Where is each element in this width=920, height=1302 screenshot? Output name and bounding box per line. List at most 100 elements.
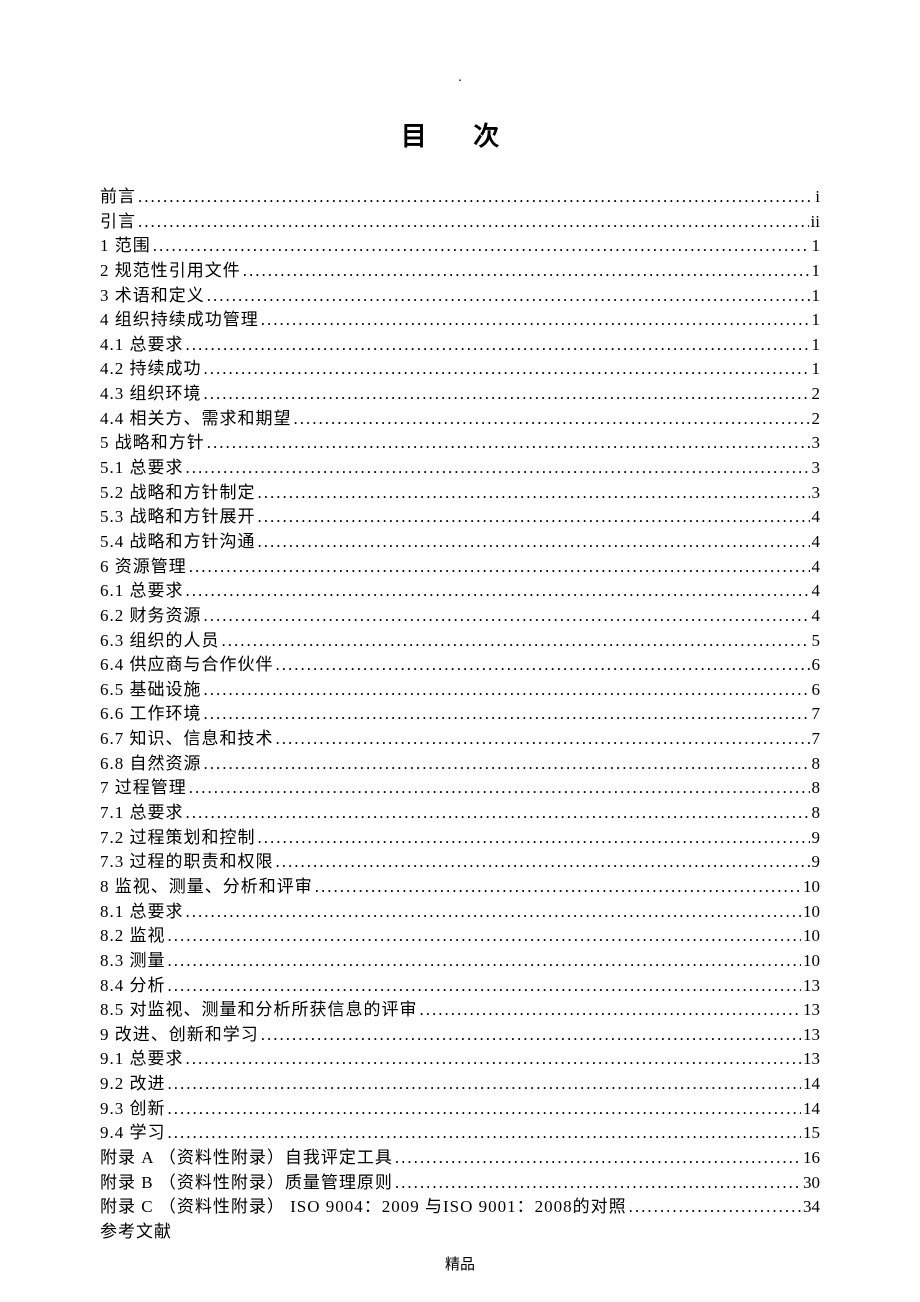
- toc-page-number: 4: [812, 555, 821, 580]
- toc-label: 8.1 总要求: [100, 900, 184, 925]
- toc-leader-dots: ........................................…: [243, 259, 810, 284]
- toc-label: 9.2 改进: [100, 1072, 166, 1097]
- toc-entry: 4.1 总要求.................................…: [100, 333, 820, 358]
- toc-label: 8.5 对监视、测量和分析所获信息的评审: [100, 998, 418, 1023]
- toc-page-number: 1: [812, 333, 821, 358]
- toc-label: 附录 C （资料性附录） ISO 9004：2009 与ISO 9001：200…: [100, 1195, 627, 1220]
- toc-entry: 附录 B （资料性附录）质量管理原则 .....................…: [100, 1171, 820, 1196]
- toc-page-number: 10: [803, 900, 820, 925]
- toc-leader-dots: ........................................…: [204, 382, 810, 407]
- toc-entry: 8.2 监视..................................…: [100, 924, 820, 949]
- toc-leader-dots: ........................................…: [168, 1097, 802, 1122]
- toc-page-number: 1: [812, 308, 821, 333]
- toc-label: 7.1 总要求: [100, 801, 184, 826]
- toc-label: 9.4 学习: [100, 1121, 166, 1146]
- toc-entry: 5.4 战略和方针沟通 ............................…: [100, 530, 820, 555]
- toc-leader-dots: ........................................…: [186, 579, 810, 604]
- toc-leader-dots: ........................................…: [395, 1171, 801, 1196]
- toc-page-number: 9: [812, 850, 821, 875]
- toc-page-number: 6: [812, 653, 821, 678]
- toc-entry: 1 范围....................................…: [100, 234, 820, 259]
- toc-leader-dots: ........................................…: [222, 629, 810, 654]
- toc-leader-dots: ........................................…: [168, 1072, 802, 1097]
- toc-leader-dots: ........................................…: [261, 1023, 801, 1048]
- toc-entry: 3 术语和定义.................................…: [100, 284, 820, 309]
- toc-label: 9.1 总要求: [100, 1047, 184, 1072]
- toc-entry: 8 监视、测量、分析和评审...........................…: [100, 875, 820, 900]
- toc-label: 附录 A （资料性附录）自我评定工具: [100, 1146, 393, 1171]
- toc-leader-dots: ........................................…: [186, 801, 810, 826]
- toc-entry: 附录 C （资料性附录） ISO 9004：2009 与ISO 9001：200…: [100, 1195, 820, 1220]
- toc-entry: 9.3 创新..................................…: [100, 1097, 820, 1122]
- toc-entry: 6.1 总要求.................................…: [100, 579, 820, 604]
- toc-page-number: 4: [812, 505, 821, 530]
- toc-page-number: 8: [812, 752, 821, 777]
- toc-leader-dots: ........................................…: [168, 1121, 802, 1146]
- toc-leader-dots: ........................................…: [186, 456, 810, 481]
- toc-page-number: 1: [812, 234, 821, 259]
- toc-entry: 6.2 财务资源................................…: [100, 604, 820, 629]
- toc-entry: 7.2 过程策划和控制.............................…: [100, 826, 820, 851]
- toc-page-number: 8: [812, 776, 821, 801]
- toc-leader-dots: ........................................…: [420, 998, 802, 1023]
- toc-page-number: 14: [803, 1097, 820, 1122]
- toc-leader-dots: ........................................…: [153, 234, 810, 259]
- toc-entry: 4.4 相关方、需求和期望...........................…: [100, 407, 820, 432]
- toc-page-number: 3: [812, 481, 821, 506]
- toc-label: 4.2 持续成功: [100, 357, 202, 382]
- toc-label: 6.7 知识、信息和技术: [100, 727, 274, 752]
- toc-entry: 7.3 过程的职责和权限............................…: [100, 850, 820, 875]
- toc-label: 7 过程管理: [100, 776, 187, 801]
- toc-leader-dots: ........................................…: [207, 431, 810, 456]
- toc-leader-dots: ........................................…: [258, 505, 810, 530]
- toc-label: 4 组织持续成功管理: [100, 308, 259, 333]
- toc-label: 5.3 战略和方针展开: [100, 505, 256, 530]
- toc-label: 9.3 创新: [100, 1097, 166, 1122]
- toc-entry: 2 规范性引用文件 ..............................…: [100, 259, 820, 284]
- toc-label: 参考文献: [100, 1220, 172, 1245]
- toc-entry: 4.2 持续成功................................…: [100, 357, 820, 382]
- toc-entry: 6 资源管理..................................…: [100, 555, 820, 580]
- toc-label: 7.3 过程的职责和权限: [100, 850, 274, 875]
- toc-page-number: 9: [812, 826, 821, 851]
- toc-leader-dots: ........................................…: [315, 875, 801, 900]
- toc-entry: 5.1 总要求.................................…: [100, 456, 820, 481]
- toc-label: 2 规范性引用文件: [100, 259, 241, 284]
- toc-leader-dots: ........................................…: [276, 653, 810, 678]
- toc-leader-dots: ........................................…: [395, 1146, 801, 1171]
- toc-page-number: 2: [812, 407, 821, 432]
- toc-page-number: 6: [812, 678, 821, 703]
- toc-entry: 9.2 改进..................................…: [100, 1072, 820, 1097]
- toc-label: 8.2 监视: [100, 924, 166, 949]
- toc-leader-dots: ........................................…: [138, 210, 809, 235]
- toc-leader-dots: ........................................…: [204, 604, 810, 629]
- toc-entry: 引言......................................…: [100, 210, 820, 235]
- toc-page-number: 8: [812, 801, 821, 826]
- toc-entry: 6.7 知识、信息和技术............................…: [100, 727, 820, 752]
- toc-leader-dots: ........................................…: [294, 407, 810, 432]
- toc-entry: 5.3 战略和方针展开.............................…: [100, 505, 820, 530]
- toc-entry: 9.4 学习..................................…: [100, 1121, 820, 1146]
- toc-page-number: 3: [812, 456, 821, 481]
- toc-entry: 8.3 测量..................................…: [100, 949, 820, 974]
- toc-page-number: 5: [812, 629, 821, 654]
- toc-label: 4.4 相关方、需求和期望: [100, 407, 292, 432]
- toc-page-number: 2: [812, 382, 821, 407]
- toc-label: 5.1 总要求: [100, 456, 184, 481]
- toc-page-number: 1: [812, 357, 821, 382]
- toc-page-number: 13: [803, 998, 820, 1023]
- toc-entry: 6.5 基础设施................................…: [100, 678, 820, 703]
- toc-page-number: 7: [812, 727, 821, 752]
- toc-page-number: 3: [812, 431, 821, 456]
- toc-entry: 附录 A （资料性附录）自我评定工具 .....................…: [100, 1146, 820, 1171]
- toc-label: 引言: [100, 210, 136, 235]
- toc-label: 3 术语和定义: [100, 284, 205, 309]
- toc-page-number: 13: [803, 1023, 820, 1048]
- toc-entry: 6.8 自然资源 ...............................…: [100, 752, 820, 777]
- toc-label: 8 监视、测量、分析和评审: [100, 875, 313, 900]
- toc-entry: 9 改进、创新和学习..............................…: [100, 1023, 820, 1048]
- toc-label: 6.6 工作环境: [100, 702, 202, 727]
- toc-page-number: 34: [803, 1195, 820, 1220]
- toc-leader-dots: ........................................…: [204, 678, 810, 703]
- toc-label: 6.4 供应商与合作伙伴: [100, 653, 274, 678]
